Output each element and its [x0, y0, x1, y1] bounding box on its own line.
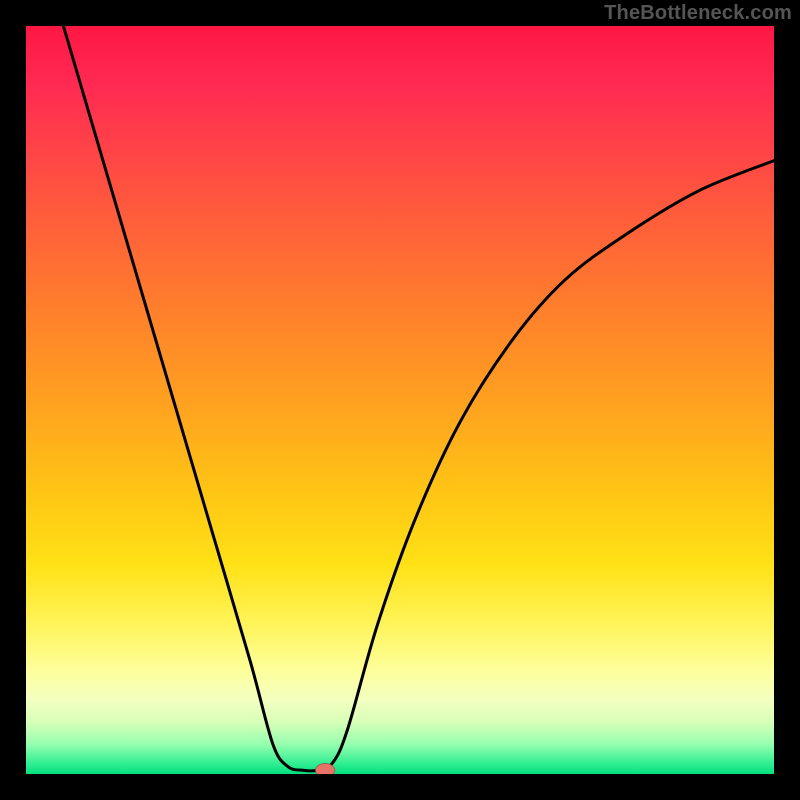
plot-area	[26, 26, 774, 774]
optimum-marker	[315, 764, 334, 774]
chart-frame: TheBottleneck.com	[0, 0, 800, 800]
bottleneck-curve	[63, 26, 774, 771]
watermark-text: TheBottleneck.com	[604, 2, 792, 25]
chart-svg	[26, 26, 774, 774]
